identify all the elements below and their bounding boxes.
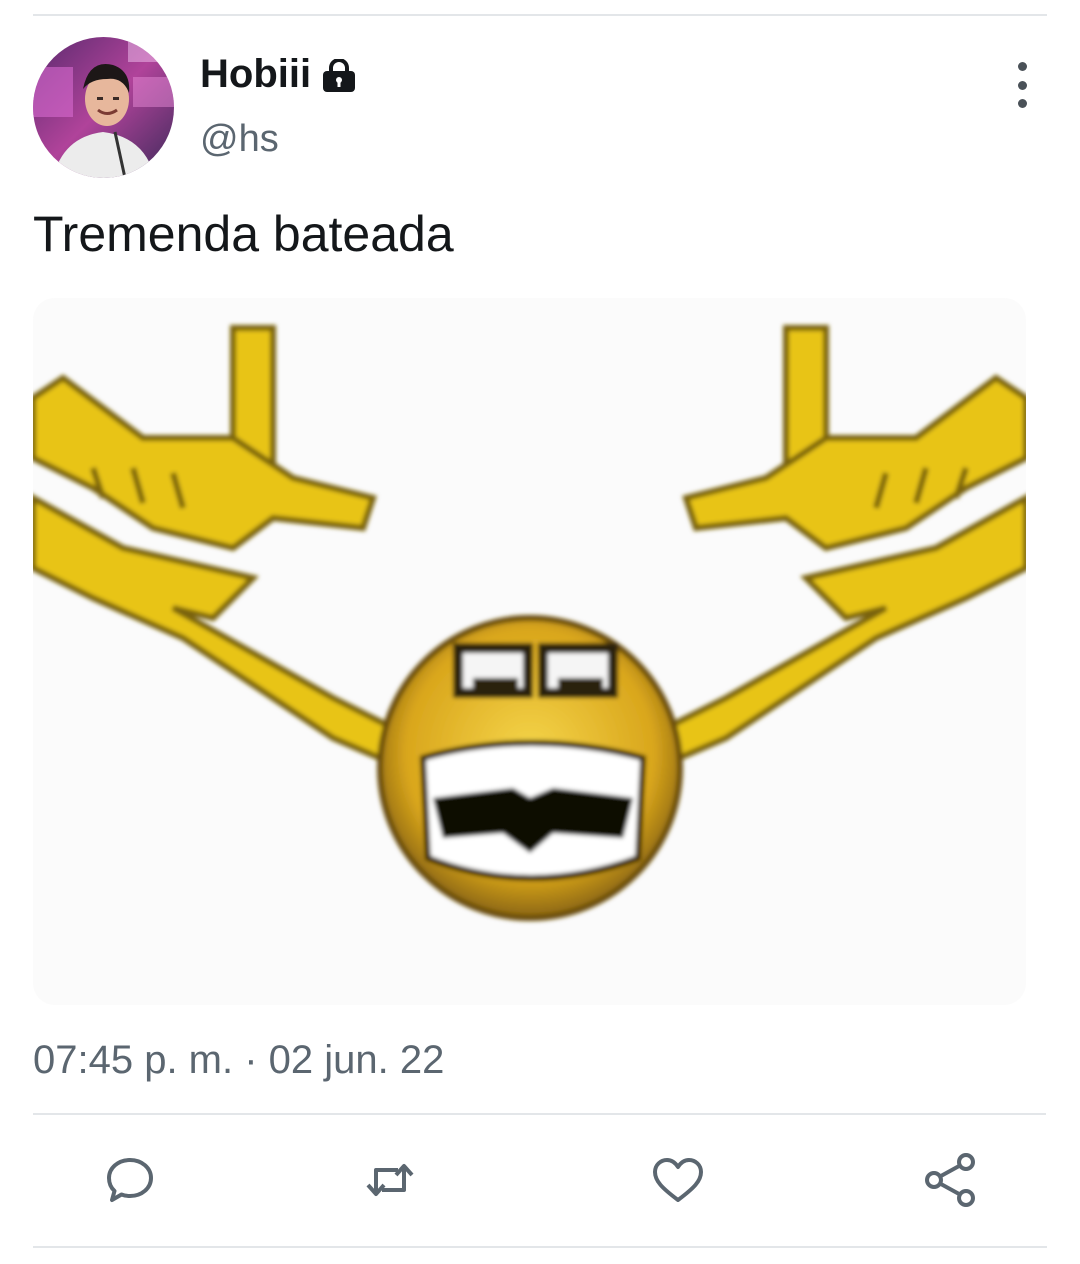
bottom-divider: [33, 1246, 1047, 1248]
reply-button[interactable]: [100, 1150, 160, 1210]
share-button[interactable]: [920, 1150, 980, 1210]
more-dot-icon: [1017, 80, 1027, 90]
top-divider: [33, 14, 1047, 16]
share-icon: [925, 1153, 975, 1207]
more-dot-icon: [1017, 62, 1027, 71]
actions-divider: [33, 1113, 1046, 1115]
retweet-icon: [366, 1164, 414, 1196]
like-button[interactable]: [648, 1150, 708, 1210]
heart-icon: [653, 1158, 703, 1202]
tweet-timestamp[interactable]: 07:45 p. m. · 02 jun. 22: [33, 1036, 444, 1084]
more-options-button[interactable]: [1004, 62, 1040, 108]
tweet-media[interactable]: [33, 298, 1026, 1005]
lock-icon: [321, 57, 357, 92]
more-dot-icon: [1017, 99, 1027, 108]
tweet-actions: [0, 1150, 1080, 1210]
avatar[interactable]: [33, 37, 174, 178]
user-handle[interactable]: @hs: [200, 117, 279, 161]
comment-bubble-icon: [107, 1158, 153, 1202]
tweet-text: Tremenda bateada: [33, 206, 454, 262]
display-name[interactable]: Hobiii: [200, 51, 311, 97]
display-name-row[interactable]: Hobiii: [200, 51, 357, 97]
retweet-button[interactable]: [360, 1150, 420, 1210]
